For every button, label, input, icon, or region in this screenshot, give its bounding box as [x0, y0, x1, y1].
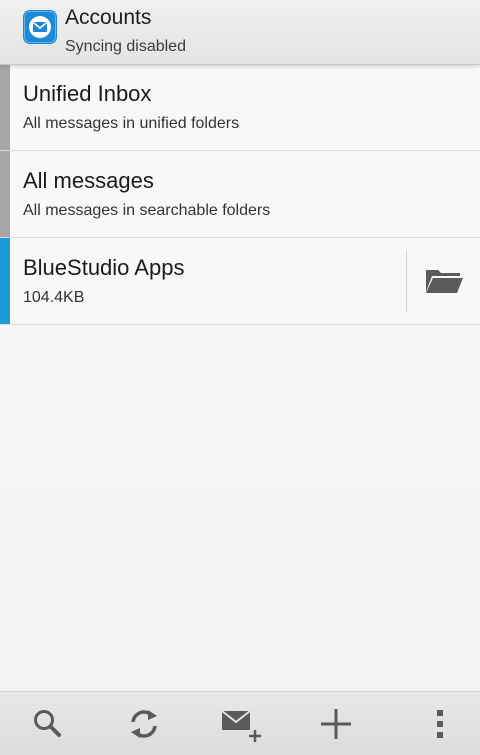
refresh-button[interactable] — [96, 692, 192, 755]
action-bar: Accounts Syncing disabled — [0, 0, 480, 65]
account-item-all-messages[interactable]: All messages All messages in searchable … — [0, 151, 480, 238]
folders-button[interactable] — [406, 238, 480, 324]
compose-button[interactable] — [192, 692, 288, 755]
mail-envelope-icon[interactable] — [22, 9, 58, 45]
account-title: All messages — [23, 168, 154, 193]
folder-icon — [424, 266, 464, 296]
add-icon — [321, 708, 351, 739]
divider — [406, 250, 407, 312]
page-title: Accounts — [65, 6, 152, 29]
account-color-stripe — [0, 238, 10, 324]
overflow-menu-icon — [437, 709, 443, 738]
compose-icon — [221, 709, 261, 742]
add-account-button[interactable] — [288, 692, 384, 755]
account-color-stripe — [0, 64, 10, 150]
sync-status: Syncing disabled — [65, 38, 186, 55]
account-color-stripe — [0, 151, 10, 237]
account-title: Unified Inbox — [23, 81, 152, 106]
bottom-toolbar — [0, 691, 480, 755]
account-size: 104.4KB — [23, 289, 85, 306]
account-title: BlueStudio Apps — [23, 255, 185, 280]
account-item-bluestudio-apps[interactable]: BlueStudio Apps 104.4KB — [0, 238, 480, 325]
account-item-unified-inbox[interactable]: Unified Inbox All messages in unified fo… — [0, 64, 480, 151]
account-subtitle: All messages in unified folders — [23, 115, 240, 132]
refresh-icon — [131, 709, 157, 738]
overflow-menu-button[interactable] — [392, 692, 480, 755]
search-button[interactable] — [0, 692, 96, 755]
search-icon — [34, 709, 61, 737]
account-subtitle: All messages in searchable folders — [23, 202, 271, 219]
account-list: Unified Inbox All messages in unified fo… — [0, 64, 480, 325]
